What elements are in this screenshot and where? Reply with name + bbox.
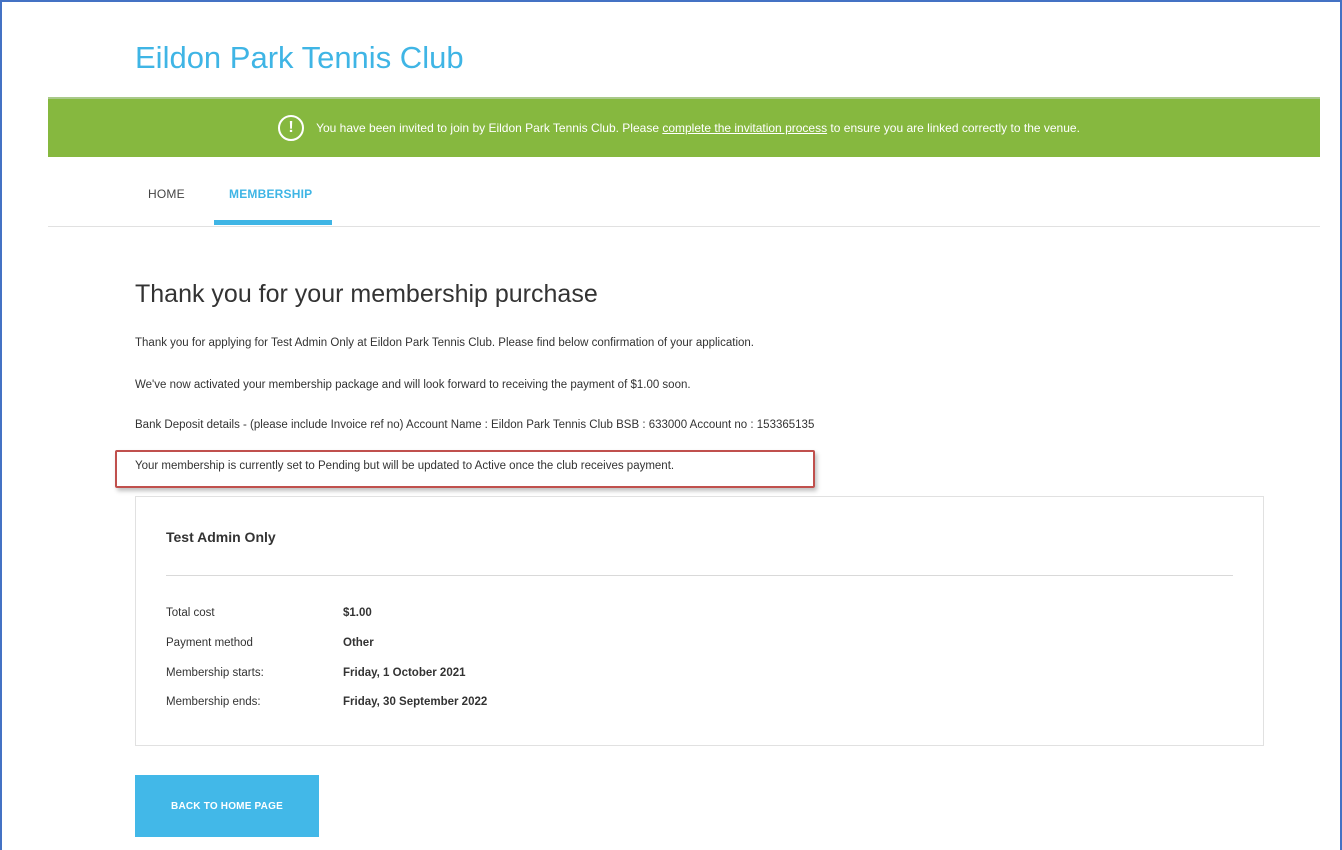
complete-invitation-link[interactable]: complete the invitation process bbox=[662, 121, 827, 135]
nav-tab-home[interactable]: HOME bbox=[148, 187, 185, 201]
package-title: Test Admin Only bbox=[166, 529, 276, 545]
invitation-banner: ! You have been invited to join by Eildo… bbox=[48, 97, 1320, 157]
divider bbox=[166, 575, 1233, 576]
summary-row-membership-starts: Membership starts: Friday, 1 October 2021 bbox=[166, 667, 466, 679]
active-tab-indicator bbox=[214, 220, 332, 225]
back-to-home-button[interactable]: BACK TO HOME PAGE bbox=[135, 775, 319, 837]
row-label: Payment method bbox=[166, 637, 253, 649]
payment-text: We've now activated your membership pack… bbox=[135, 379, 691, 391]
summary-row-total-cost: Total cost $1.00 bbox=[166, 607, 372, 619]
row-label: Membership ends: bbox=[166, 696, 261, 708]
row-label: Membership starts: bbox=[166, 667, 264, 679]
confirmation-text: Thank you for applying for Test Admin On… bbox=[135, 337, 754, 349]
main-nav: HOME MEMBERSHIP bbox=[48, 157, 1320, 227]
nav-tab-membership[interactable]: MEMBERSHIP bbox=[229, 187, 312, 201]
summary-row-payment-method: Payment method Other bbox=[166, 637, 374, 649]
row-value: Friday, 30 September 2022 bbox=[343, 696, 488, 708]
page-heading: Thank you for your membership purchase bbox=[135, 280, 598, 308]
summary-row-membership-ends: Membership ends: Friday, 30 September 202… bbox=[166, 696, 487, 708]
highlight-annotation bbox=[115, 450, 815, 488]
exclamation-circle-icon: ! bbox=[278, 115, 305, 141]
row-label: Total cost bbox=[166, 607, 215, 619]
membership-summary-card: Test Admin Only Total cost $1.00 Payment … bbox=[135, 496, 1264, 746]
row-value: $1.00 bbox=[343, 607, 372, 619]
banner-text: You have been invited to join by Eildon … bbox=[316, 121, 1080, 135]
club-title: Eildon Park Tennis Club bbox=[135, 40, 464, 75]
row-value: Other bbox=[343, 637, 374, 649]
row-value: Friday, 1 October 2021 bbox=[343, 667, 466, 679]
bank-deposit-details: Bank Deposit details - (please include I… bbox=[135, 419, 815, 431]
